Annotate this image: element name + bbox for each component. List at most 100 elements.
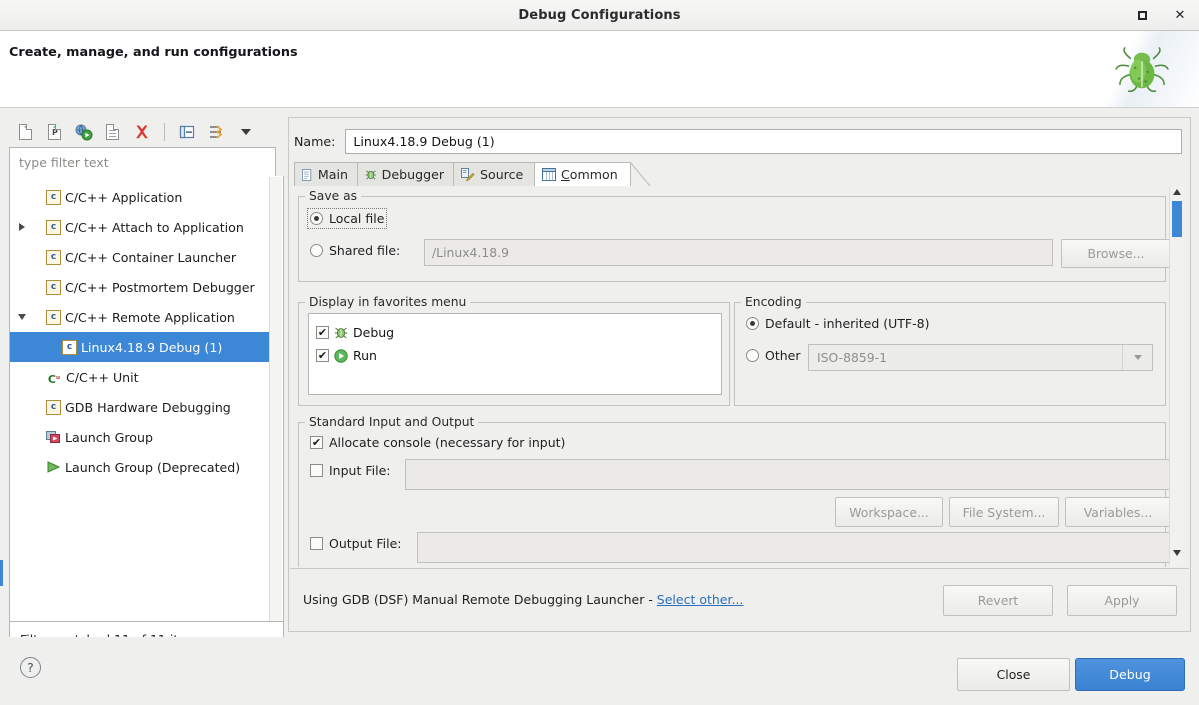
banner: Create, manage, and run configurations <box>0 31 1199 108</box>
editor-footer: Using GDB (DSF) Manual Remote Debugging … <box>290 568 1189 630</box>
encoding-other-radio[interactable]: Other <box>746 348 801 363</box>
tree-item-gdb-hardware-debugging[interactable]: c GDB Hardware Debugging <box>10 392 266 422</box>
delete-x-icon[interactable] <box>130 121 153 144</box>
filter-arrows-icon[interactable] <box>205 121 228 144</box>
shared-file-radio[interactable]: Shared file: <box>310 243 400 258</box>
export-globe-icon[interactable] <box>72 121 95 144</box>
twisty-none <box>14 332 30 362</box>
name-label: Name: <box>294 134 336 149</box>
chevron-down-icon[interactable] <box>14 302 30 332</box>
duplicate-document-icon[interactable] <box>101 121 124 144</box>
save-as-group: Save as Local file Shared file: /Linux4.… <box>298 189 1171 282</box>
allocate-console-label: Allocate console (necessary for input) <box>329 435 566 450</box>
close-button[interactable]: Close <box>957 658 1070 691</box>
tree-scrollbar[interactable] <box>269 177 282 621</box>
debug-bug-icon <box>334 327 348 338</box>
debug-button[interactable]: Debug <box>1075 658 1185 691</box>
input-file-label: Input File: <box>329 463 391 478</box>
favorites-list[interactable]: Debug Run <box>308 313 722 395</box>
tree-item-linux4189-debug-1[interactable]: c Linux4.18.9 Debug (1) <box>10 332 282 362</box>
browse-button[interactable]: Browse... <box>1061 239 1171 268</box>
favorites-item-run[interactable]: Run <box>309 344 721 367</box>
tab-main[interactable]: Main <box>294 162 358 186</box>
name-row: Name: Linux4.18.9 Debug (1) <box>294 129 1183 154</box>
tree-item-c-application[interactable]: c C/C++ Application <box>10 182 266 212</box>
tree-item-label: Launch Group <box>65 429 153 445</box>
radio-indicator <box>746 317 759 330</box>
main-document-icon <box>302 168 312 181</box>
c-config-icon: c <box>62 339 77 355</box>
tree-item-label: C/C++ Application <box>65 189 183 205</box>
input-file-system-label: File System... <box>962 504 1046 520</box>
revert-button[interactable]: Revert <box>943 585 1053 616</box>
encoding-other-combo[interactable]: ISO-8859-1 <box>808 344 1153 371</box>
favorites-item-debug[interactable]: Debug <box>309 321 721 344</box>
new-prototype-icon[interactable]: + P <box>43 121 66 144</box>
tree-item-label: C/C++ Postmortem Debugger <box>65 279 255 295</box>
shared-file-value: /Linux4.18.9 <box>432 245 509 260</box>
run-play-icon <box>334 348 348 363</box>
apply-button[interactable]: Apply <box>1067 585 1177 616</box>
checkbox-indicator <box>310 464 323 477</box>
twisty-none <box>14 182 30 212</box>
output-file-input[interactable] <box>417 532 1171 563</box>
tab-debugger[interactable]: Debugger <box>357 162 454 186</box>
select-other-link[interactable]: Select other... <box>657 592 744 607</box>
tab-common[interactable]: Common <box>534 162 631 186</box>
filter-input[interactable]: type filter text <box>9 147 276 177</box>
encoding-default-radio[interactable]: Default - inherited (UTF-8) <box>746 316 929 331</box>
tab-label: Common <box>561 167 618 182</box>
tree-item-c-container-launcher[interactable]: c C/C++ Container Launcher <box>10 242 266 272</box>
favorites-item-label: Run <box>353 348 377 363</box>
collapse-all-icon[interactable] <box>176 121 199 144</box>
scroll-up-icon[interactable] <box>1173 189 1181 195</box>
radio-indicator <box>746 349 759 362</box>
debugger-bug-icon <box>365 170 376 179</box>
tree-item-c-remote-application[interactable]: c C/C++ Remote Application <box>10 302 266 332</box>
configuration-editor: Name: Linux4.18.9 Debug (1) Main Debugge… <box>288 117 1191 632</box>
input-variables-button[interactable]: Variables... <box>1065 497 1171 527</box>
content-scrollbar[interactable] <box>1169 187 1183 566</box>
name-input[interactable]: Linux4.18.9 Debug (1) <box>345 129 1183 154</box>
input-workspace-button[interactable]: Workspace... <box>835 497 943 527</box>
scrollbar-thumb[interactable] <box>1172 201 1182 237</box>
window-edge-accent <box>0 560 3 586</box>
chevron-right-icon[interactable] <box>14 212 30 242</box>
chevron-down-icon[interactable] <box>1122 345 1152 370</box>
configurations-toolbar: + + P <box>9 117 284 147</box>
input-file-checkbox[interactable]: Input File: <box>310 463 390 478</box>
save-as-group-label: Save as <box>305 189 362 203</box>
checkbox-indicator[interactable] <box>316 326 329 339</box>
favorites-group: Display in favorites menu Debug <box>298 295 730 406</box>
radio-indicator <box>310 244 323 257</box>
output-file-checkbox[interactable]: Output File: <box>310 536 402 551</box>
allocate-console-checkbox[interactable]: Allocate console (necessary for input) <box>310 435 565 450</box>
tree-item-c-attach-to-application[interactable]: c C/C++ Attach to Application <box>10 212 266 242</box>
checkbox-indicator[interactable] <box>316 349 329 362</box>
tab-strip: Main Debugger Source Common <box>294 162 1184 230</box>
tree-item-launch-group[interactable]: Launch Group <box>10 422 266 452</box>
tab-slant <box>630 162 651 186</box>
tree-item-launch-group-deprecated[interactable]: Launch Group (Deprecated) <box>10 452 266 482</box>
encoding-group-label: Encoding <box>741 295 806 309</box>
c-config-icon: c <box>46 309 61 325</box>
green-bug-icon <box>1115 47 1169 93</box>
stdio-group-label: Standard Input and Output <box>305 415 479 429</box>
twisty-none <box>14 242 30 272</box>
twisty-none <box>14 272 30 302</box>
scroll-down-icon[interactable] <box>1173 550 1181 556</box>
tree-item-c-unit[interactable]: Cᵘ C/C++ Unit <box>10 362 266 392</box>
help-icon[interactable]: ? <box>20 657 41 678</box>
tab-label: Main <box>317 167 348 182</box>
local-file-radio[interactable]: Local file <box>306 208 388 229</box>
close-icon[interactable]: ✕ <box>1169 5 1191 27</box>
maximize-icon[interactable] <box>1131 5 1153 27</box>
new-document-icon[interactable]: + <box>14 121 37 144</box>
tree-item-c-postmortem-debugger[interactable]: c C/C++ Postmortem Debugger <box>10 272 266 302</box>
chevron-down-icon[interactable] <box>234 121 257 144</box>
configurations-tree[interactable]: c C/C++ Application c C/C++ Attach to Ap… <box>9 176 284 622</box>
shared-file-input[interactable]: /Linux4.18.9 <box>424 239 1053 266</box>
input-file-input[interactable] <box>405 459 1171 490</box>
tab-source[interactable]: Source <box>453 162 535 186</box>
input-file-system-button[interactable]: File System... <box>949 497 1059 527</box>
